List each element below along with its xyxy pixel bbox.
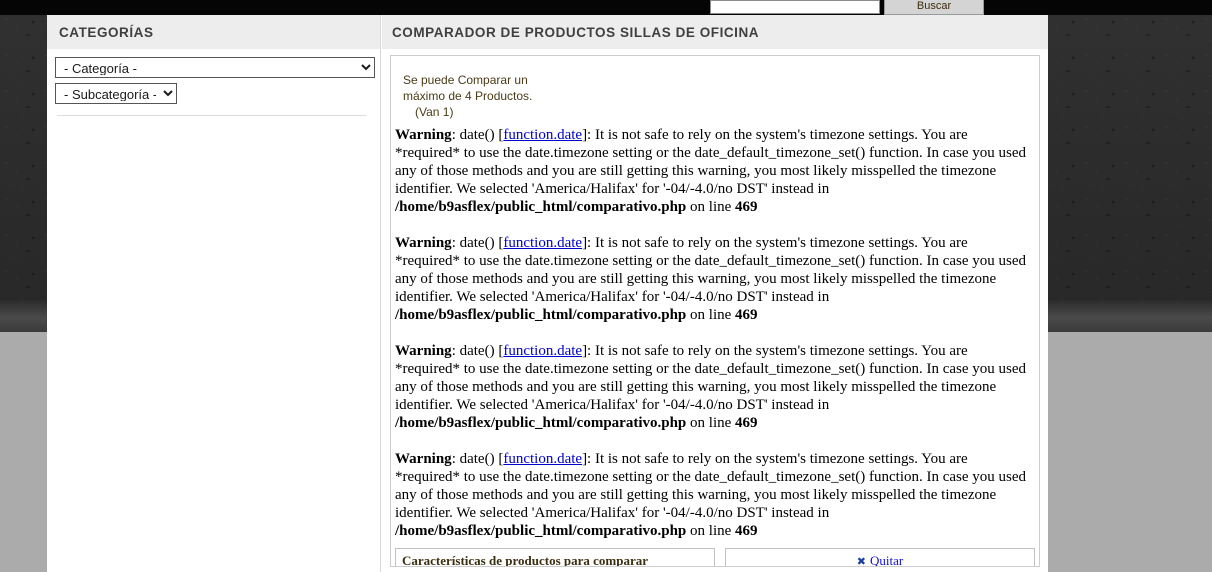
warning-label: Warning <box>395 235 452 251</box>
warning-line-number: 469 <box>735 415 758 431</box>
site-search-bar: Buscar <box>0 0 1212 15</box>
notice-line-1: Se puede Comparar un <box>403 73 528 87</box>
function-date-link[interactable]: function.date <box>503 451 582 467</box>
warning-line-text: on line <box>686 523 736 539</box>
warning-function: : date() [ <box>451 451 504 467</box>
php-warning: Warning: date() [function.date]: It is n… <box>395 342 1033 432</box>
categories-controls: - Categoría - - Subcategoría - <box>47 49 380 116</box>
warning-line-number: 469 <box>735 307 758 323</box>
warning-label: Warning <box>395 451 452 467</box>
warning-label: Warning <box>395 127 452 143</box>
page-title: COMPARADOR DE PRODUCTOS SILLAS DE OFICIN… <box>382 15 1048 49</box>
compare-limit-notice: Se puede Comparar un máximo de 4 Product… <box>391 56 1039 120</box>
close-icon: ✖ <box>856 555 866 567</box>
warning-line-number: 469 <box>735 199 758 215</box>
sidebar-divider <box>57 115 366 116</box>
comparator-body: Se puede Comparar un máximo de 4 Product… <box>390 55 1040 567</box>
function-date-link[interactable]: function.date <box>503 127 582 143</box>
remove-product-label: Quitar <box>870 553 904 567</box>
category-select[interactable]: - Categoría - <box>55 57 375 78</box>
warning-file-path: /home/b9asflex/public_html/comparativo.p… <box>395 199 687 215</box>
categories-sidebar: CATEGORÍAS - Categoría - - Subcategoría … <box>47 15 381 572</box>
features-column-header: Características de productos para compar… <box>402 553 648 567</box>
notice-line-2: máximo de 4 Productos. <box>403 89 533 103</box>
warning-line-text: on line <box>686 307 736 323</box>
php-warning-list: Warning: date() [function.date]: It is n… <box>391 120 1039 540</box>
warning-file-path: /home/b9asflex/public_html/comparativo.p… <box>395 307 687 323</box>
features-column-box: Características de productos para compar… <box>395 548 715 567</box>
compare-table-row: Características de productos para compar… <box>395 548 1037 567</box>
function-date-link[interactable]: function.date <box>503 235 582 251</box>
product-column-box: ✖ Quitar <box>725 548 1035 567</box>
remove-product-link[interactable]: ✖ Quitar <box>726 549 1034 567</box>
warning-line-text: on line <box>686 415 736 431</box>
php-warning: Warning: date() [function.date]: It is n… <box>395 126 1033 216</box>
warning-file-path: /home/b9asflex/public_html/comparativo.p… <box>395 523 687 539</box>
warning-function: : date() [ <box>451 127 504 143</box>
categories-heading: CATEGORÍAS <box>47 15 380 49</box>
search-button[interactable]: Buscar <box>884 0 984 15</box>
notice-line-3: (Van 1) <box>415 105 454 119</box>
search-input[interactable] <box>710 0 880 14</box>
php-warning: Warning: date() [function.date]: It is n… <box>395 234 1033 324</box>
subcategory-select[interactable]: - Subcategoría - <box>55 83 177 104</box>
warning-function: : date() [ <box>451 343 504 359</box>
warning-label: Warning <box>395 343 452 359</box>
warning-line-number: 469 <box>735 523 758 539</box>
function-date-link[interactable]: function.date <box>503 343 582 359</box>
main-page-panel: CATEGORÍAS - Categoría - - Subcategoría … <box>47 15 1048 572</box>
warning-function: : date() [ <box>451 235 504 251</box>
php-warning: Warning: date() [function.date]: It is n… <box>395 450 1033 540</box>
warning-line-text: on line <box>686 199 736 215</box>
comparator-content: COMPARADOR DE PRODUCTOS SILLAS DE OFICIN… <box>382 15 1048 572</box>
warning-file-path: /home/b9asflex/public_html/comparativo.p… <box>395 415 687 431</box>
